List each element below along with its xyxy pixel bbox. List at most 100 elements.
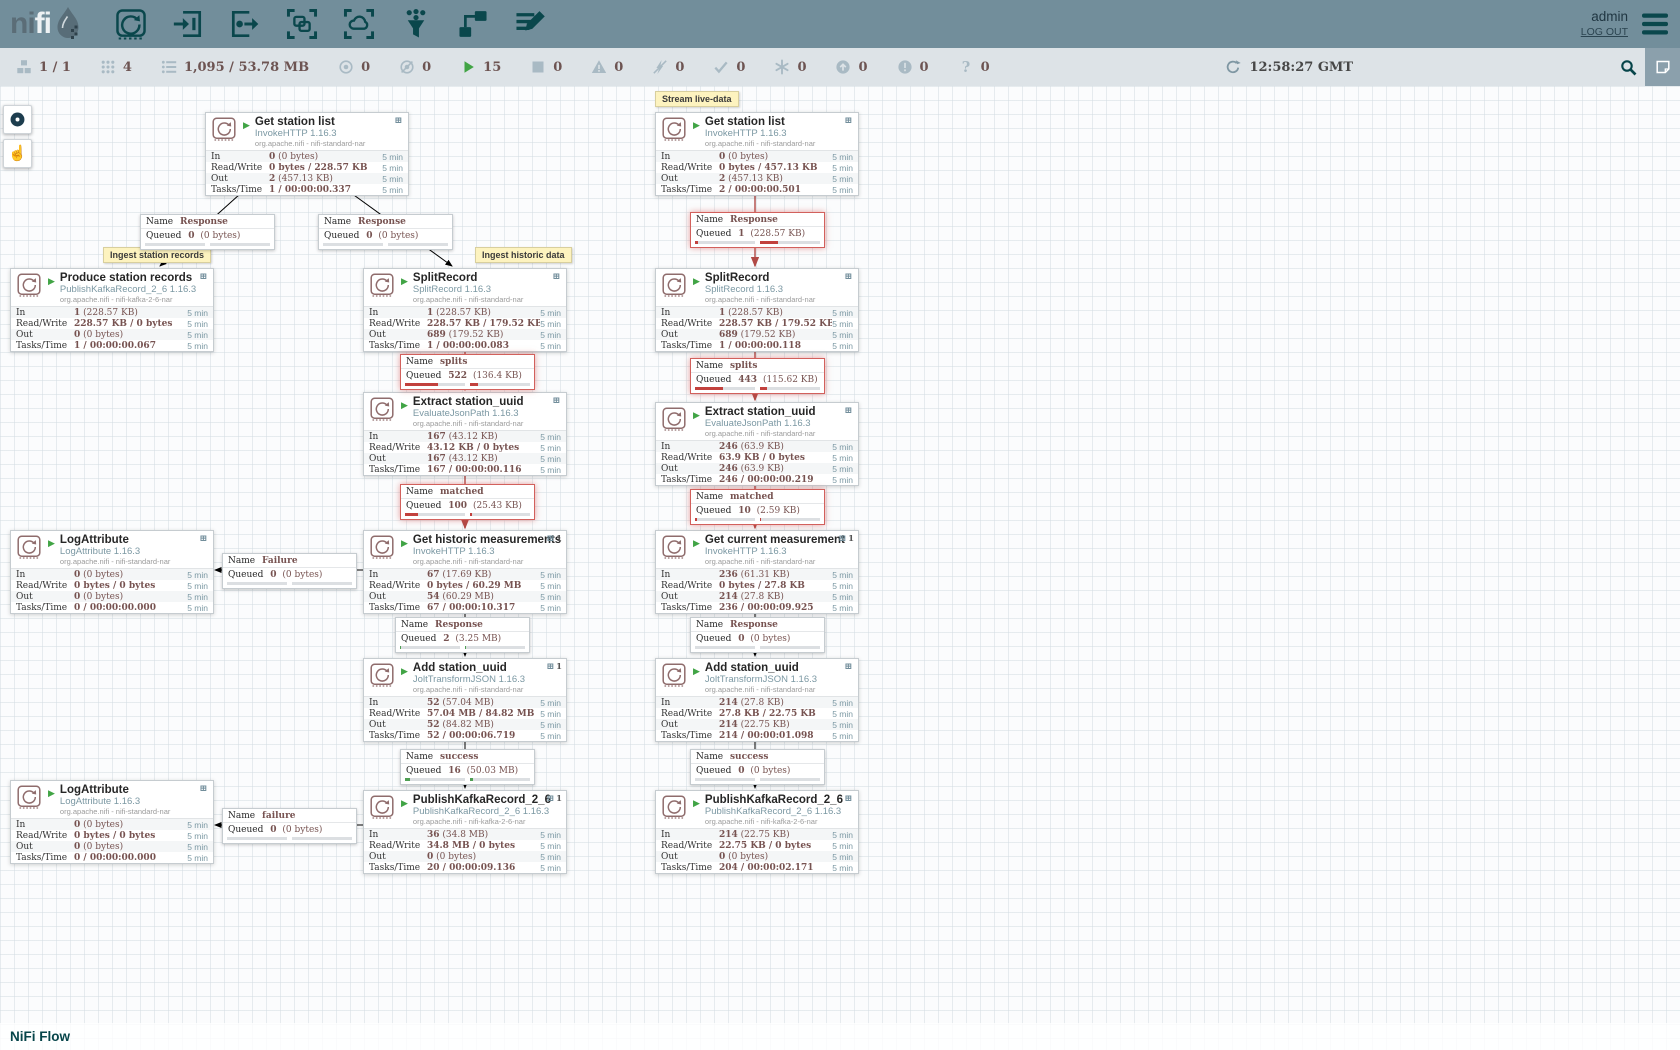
processor[interactable]: ▶ Get station list InvokeHTTP 1.16.3 org…	[655, 112, 859, 196]
processor[interactable]: ▶ Get historic measurements InvokeHTTP 1…	[363, 530, 567, 614]
processor[interactable]: ▶ Extract station_uuid EvaluateJsonPath …	[363, 392, 567, 476]
running-status-icon: ▶	[401, 667, 408, 676]
stat-row: Read/Write0 bytes / 60.29 MB5 min	[364, 580, 566, 591]
process-group-icon[interactable]	[286, 8, 318, 40]
processor[interactable]: ▶ SplitRecord SplitRecord 1.16.3 org.apa…	[655, 268, 859, 352]
refresh-icon[interactable]	[1225, 59, 1241, 75]
queued-count: 1	[738, 229, 744, 239]
logo-text-fi: fi	[35, 7, 51, 41]
backpressure-size-track	[470, 513, 530, 516]
queued-size: (0 bytes)	[378, 231, 418, 241]
queue-queued-label: Queued	[406, 371, 441, 381]
queue-relationship-name: Response	[358, 217, 406, 227]
queue-queued-label: Queued	[324, 231, 359, 241]
processor-title: Get station list	[705, 116, 845, 128]
grid-badge-icon: ⊞	[552, 396, 560, 406]
processor-title: PublishKafkaRecord_2_6	[705, 794, 845, 806]
queue-name-label: Name	[696, 215, 723, 225]
connection-label[interactable]: Name Response Queued 1 (228.57 KB)	[690, 212, 825, 248]
grid-badge-icon: ⊞	[844, 662, 852, 672]
connection-label[interactable]: Name failure Queued 0 (0 bytes)	[222, 808, 357, 844]
status-count: 1 / 1	[39, 60, 71, 75]
processor-title: Produce station records	[60, 272, 200, 284]
node-count-badge: ⊞	[844, 406, 854, 416]
queued-list-icon	[161, 59, 177, 75]
connection-label[interactable]: Name Failure Queued 0 (0 bytes)	[222, 553, 357, 589]
flow-canvas[interactable]: NiFi Flow Name Response Queued 0 (0 byte…	[0, 86, 1680, 1050]
connection-label[interactable]: Name success Queued 16 (50.03 MB)	[400, 749, 535, 785]
breadcrumb[interactable]: NiFi Flow	[10, 1029, 70, 1044]
connection-label[interactable]: Name Response Queued 0 (0 bytes)	[690, 617, 825, 653]
grid-badge-icon: ⊞	[839, 534, 847, 544]
running-status-icon: ▶	[693, 667, 700, 676]
processor[interactable]: ▶ Extract station_uuid EvaluateJsonPath …	[655, 402, 859, 486]
queue-queued-label: Queued	[146, 231, 181, 241]
node-count-badge: ⊞	[199, 272, 209, 282]
canvas-label[interactable]: Stream live-data	[655, 91, 739, 107]
queue-name-label: Name	[228, 556, 255, 566]
queued-size: (2.59 KB)	[757, 506, 800, 516]
backpressure-bars	[141, 242, 274, 249]
backpressure-bars	[691, 517, 824, 524]
running-status-icon: ▶	[693, 411, 700, 420]
processor-bundle: org.apache.nifi - nifi-standard-nar	[413, 558, 547, 566]
status-count: 0	[675, 60, 684, 75]
processor[interactable]: ▶ LogAttribute LogAttribute 1.16.3 org.a…	[10, 530, 214, 614]
processor[interactable]: ▶ Get current measurement InvokeHTTP 1.1…	[655, 530, 859, 614]
hamburger-icon[interactable]	[1642, 12, 1668, 36]
backpressure-size-track	[292, 582, 352, 585]
queued-size: (136.4 KB)	[473, 371, 522, 381]
connection-label[interactable]: Name splits Queued 522 (136.4 KB)	[400, 354, 535, 390]
backpressure-count-track	[695, 387, 755, 390]
processor-bundle: org.apache.nifi - nifi-standard-nar	[60, 558, 200, 566]
processor[interactable]: ▶ PublishKafkaRecord_2_6 PublishKafkaRec…	[655, 790, 859, 874]
compass-palette-button[interactable]	[3, 105, 32, 134]
connection-label[interactable]: Name success Queued 0 (0 bytes)	[690, 749, 825, 785]
hand-palette-button[interactable]: ☝	[3, 139, 32, 168]
queued-count: 0	[188, 231, 194, 241]
output-port-icon[interactable]	[229, 8, 261, 40]
panel-toggle-button[interactable]	[1645, 48, 1680, 86]
processor[interactable]: ▶ Get station list InvokeHTTP 1.16.3 org…	[205, 112, 409, 196]
stat-row: Tasks/Time67 / 00:00:10.3175 min	[364, 602, 566, 613]
grid-badge-icon: ⊞	[552, 272, 560, 282]
backpressure-bars	[691, 645, 824, 652]
canvas-label[interactable]: Ingest historic data	[475, 247, 572, 263]
processor[interactable]: ▶ PublishKafkaRecord_2_6 PublishKafkaRec…	[363, 790, 567, 874]
queue-relationship-name: matched	[730, 492, 774, 502]
queued-count: 10	[738, 506, 751, 516]
search-button[interactable]	[1611, 48, 1645, 86]
processor[interactable]: ▶ Produce station records PublishKafkaRe…	[10, 268, 214, 352]
queue-name-label: Name	[401, 620, 428, 630]
connection-label[interactable]: Name Response Queued 0 (0 bytes)	[318, 214, 453, 250]
processor[interactable]: ▶ SplitRecord SplitRecord 1.16.3 org.apa…	[363, 268, 567, 352]
connection-label[interactable]: Name Response Queued 2 (3.25 MB)	[395, 617, 530, 653]
logout-link[interactable]: LOG OUT	[1581, 26, 1628, 39]
input-port-icon[interactable]	[172, 8, 204, 40]
connection-label[interactable]: Name Response Queued 0 (0 bytes)	[140, 214, 275, 250]
processor-title: Extract station_uuid	[413, 396, 553, 408]
backpressure-count-track	[400, 646, 460, 649]
funnel-icon[interactable]	[400, 8, 432, 40]
processor-stats: In214 (27.8 KB)5 minRead/Write27.8 KB / …	[656, 696, 858, 741]
queue-queued-label: Queued	[228, 570, 263, 580]
template-icon[interactable]	[457, 8, 489, 40]
backpressure-size-track	[760, 646, 820, 649]
processor-type: LogAttribute 1.16.3	[60, 797, 200, 807]
grid-badge-icon: ⊞	[199, 272, 207, 282]
backpressure-count-track	[405, 778, 465, 781]
label-icon[interactable]	[514, 8, 546, 40]
processor[interactable]: ▶ Add station_uuid JoltTransformJSON 1.1…	[363, 658, 567, 742]
stat-row: Read/Write228.57 KB / 179.52 KB5 min	[364, 318, 566, 329]
processor[interactable]: ▶ LogAttribute LogAttribute 1.16.3 org.a…	[10, 780, 214, 864]
queue-relationship-name: failure	[262, 811, 296, 821]
processor-icon[interactable]	[115, 8, 147, 40]
queue-queued-label: Queued	[406, 766, 441, 776]
queued-size: (0 bytes)	[750, 766, 790, 776]
remote-process-group-icon[interactable]	[343, 8, 375, 40]
connection-label[interactable]: Name splits Queued 443 (115.62 KB)	[690, 358, 825, 394]
processor-type: PublishKafkaRecord_2_6 1.16.3	[413, 807, 547, 817]
connection-label[interactable]: Name matched Queued 10 (2.59 KB)	[690, 489, 825, 525]
processor[interactable]: ▶ Add station_uuid JoltTransformJSON 1.1…	[655, 658, 859, 742]
connection-label[interactable]: Name matched Queued 100 (25.43 KB)	[400, 484, 535, 520]
